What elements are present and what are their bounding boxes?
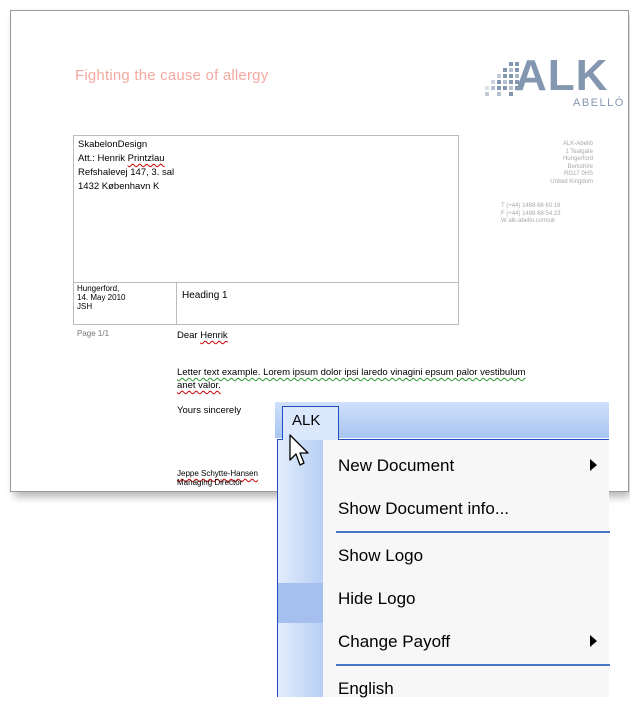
address-box: SkabelonDesign Att.: Henrik Printzlau Re… [73,135,459,325]
meta-place: Hungerford, [77,284,120,293]
company-line: 1 Tealgate [565,148,593,155]
company-contact: T (+44) 1488 68 60 16 F (+44) 1488 68 54… [501,203,561,226]
body-text: Letter text example. Lorem ipsum dolor i… [177,366,597,392]
body-text-line: Letter text example. Lorem ipsum dolor i… [177,367,526,378]
alk-menu: ALK New Document Show Document info... S… [275,402,610,698]
menu-separator [336,531,610,533]
divider [176,282,177,325]
company-logo: ALK ABELLÓ [485,51,623,119]
menu-icon-column [278,440,323,697]
logo-main-text: ALK [515,51,609,100]
divider [74,282,458,283]
recipient-line: SkabelonDesign [78,139,148,150]
company-line: United Kingdom [550,178,593,185]
meta-initials: JSH [77,302,93,311]
alk-dropdown: New Document Show Document info... Show … [277,439,610,698]
salutation-prefix: Dear [177,330,201,341]
company-address: ALK-Abelló 1 Tealgate Hungerford Berkshi… [481,141,593,187]
recipient-line: 1432 København K [78,181,160,192]
menu-item-label: Hide Logo [338,589,416,608]
submenu-arrow-icon [590,459,597,471]
recipient-attn-prefix: Att.: Henrik [78,153,128,164]
contact-fax: F (+44) 1488 68 54 23 [501,210,561,217]
company-line: Hungerford [562,156,593,163]
contact-phone: T (+44) 1488 68 60 16 [501,203,561,209]
menu-item-new-document[interactable]: New Document [323,446,610,486]
body-text-line: anet valor. [177,380,221,391]
salutation: Dear Henrik [177,329,597,342]
menu-item-show-logo[interactable]: Show Logo [323,536,610,576]
recipient-address: SkabelonDesign Att.: Henrik Printzlau Re… [78,138,174,194]
mouse-pointer-icon [289,434,309,466]
submenu-arrow-icon [590,635,597,647]
menu-item-hide-logo[interactable]: Hide Logo [323,579,610,619]
recipient-line: Att.: Henrik Printzlau [78,152,174,166]
logo-sub-text: ABELLÓ [573,97,625,109]
signature-title: Managing Director [177,478,243,487]
menu-item-label: Show Document info... [338,499,510,518]
alk-menu-title-label: ALK [292,412,321,429]
letter-heading: Heading 1 [182,290,228,301]
menu-item-english[interactable]: English [323,669,610,709]
menu-item-label: New Document [338,456,455,475]
salutation-name: Henrik [200,330,228,341]
menu-item-change-payoff[interactable]: Change Payoff [323,622,610,662]
menu-item-show-document-info[interactable]: Show Document info... [323,489,610,529]
recipient-line: Refshalevej 147, 3. sal [78,167,175,178]
page-number: Page 1/1 [77,329,110,338]
menu-item-label: Change Payoff [338,632,451,651]
menu-separator [336,664,610,666]
recipient-attn-name: Printzlau [127,153,165,164]
company-line: ALK-Abelló [562,141,593,147]
menu-item-label: Show Logo [338,546,424,565]
company-line: RG17 0HS [563,171,593,178]
meta-date: 14. May 2010 [77,293,126,302]
menu-item-label: English [338,679,394,698]
contact-web: W alk-abello.com/uk [501,218,556,225]
company-line: Berkshire [567,163,593,170]
signature-name: Jeppe Schytte-Hansen [177,469,258,478]
tagline: Fighting the cause of allergy [75,67,269,84]
letter-meta: Hungerford, 14. May 2010 JSH [77,284,125,311]
menu-icon-highlight [278,583,323,623]
